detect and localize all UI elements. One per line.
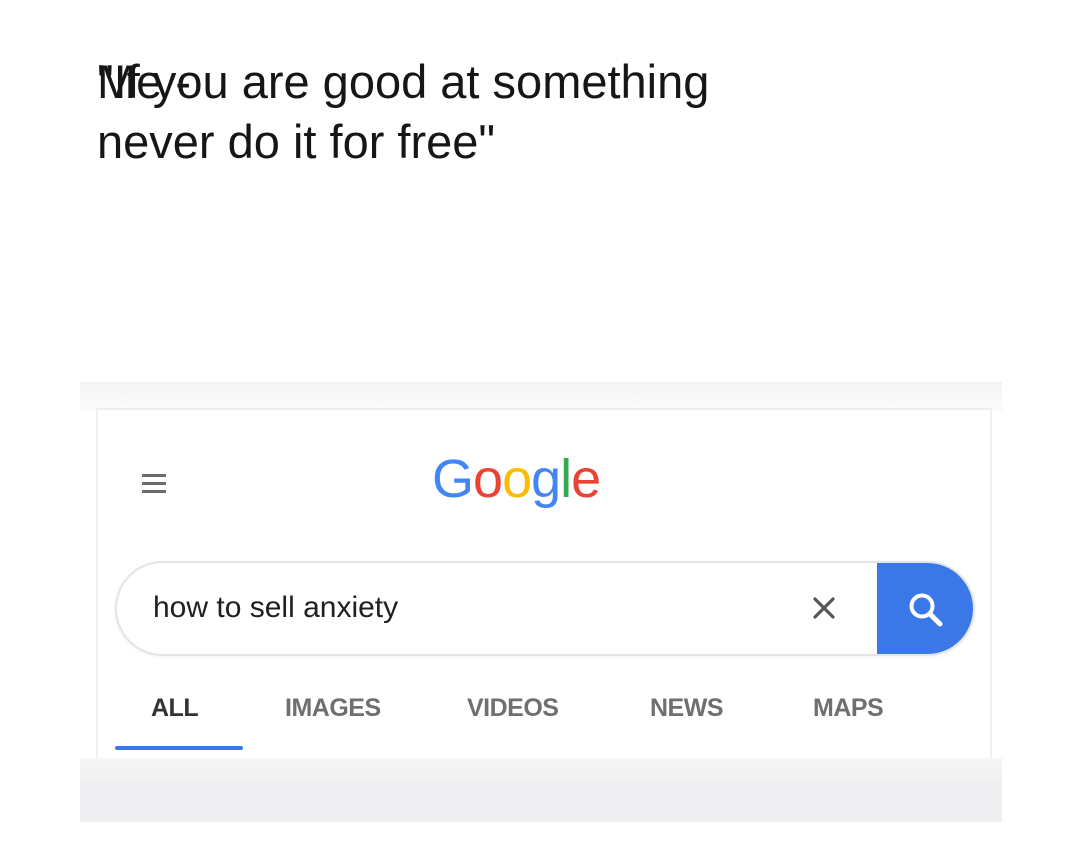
screenshot-bottom-edge [80, 758, 1002, 780]
search-box [115, 561, 975, 656]
tab-all[interactable]: ALL [151, 694, 199, 723]
search-input[interactable] [153, 585, 773, 631]
caption-me: Me - [97, 55, 191, 108]
results-area-placeholder [80, 780, 1002, 822]
menu-bar [142, 482, 166, 485]
search-tabs: ALL IMAGES VIDEOS NEWS MAPS [115, 694, 995, 734]
hamburger-menu-icon[interactable] [139, 470, 173, 498]
logo-letter: G [432, 449, 474, 509]
tab-images[interactable]: IMAGES [285, 694, 381, 723]
tab-maps[interactable]: MAPS [813, 694, 884, 723]
menu-bar [142, 474, 166, 477]
logo-letter: o [502, 449, 532, 509]
caption-line-2: never do it for free" [97, 115, 496, 168]
tab-news[interactable]: NEWS [650, 694, 724, 723]
search-button[interactable] [877, 563, 973, 654]
menu-bar [142, 490, 166, 493]
logo-letter: o [473, 449, 503, 509]
close-icon[interactable] [807, 591, 841, 625]
logo-letter: l [560, 449, 572, 509]
logo-letter: g [531, 449, 561, 509]
active-tab-indicator [115, 746, 243, 750]
magnifier-icon [909, 593, 943, 627]
tab-videos[interactable]: VIDEOS [467, 694, 559, 723]
logo-letter: e [571, 449, 601, 509]
google-logo[interactable]: Google [432, 448, 601, 510]
close-icon-glyph [813, 597, 835, 619]
